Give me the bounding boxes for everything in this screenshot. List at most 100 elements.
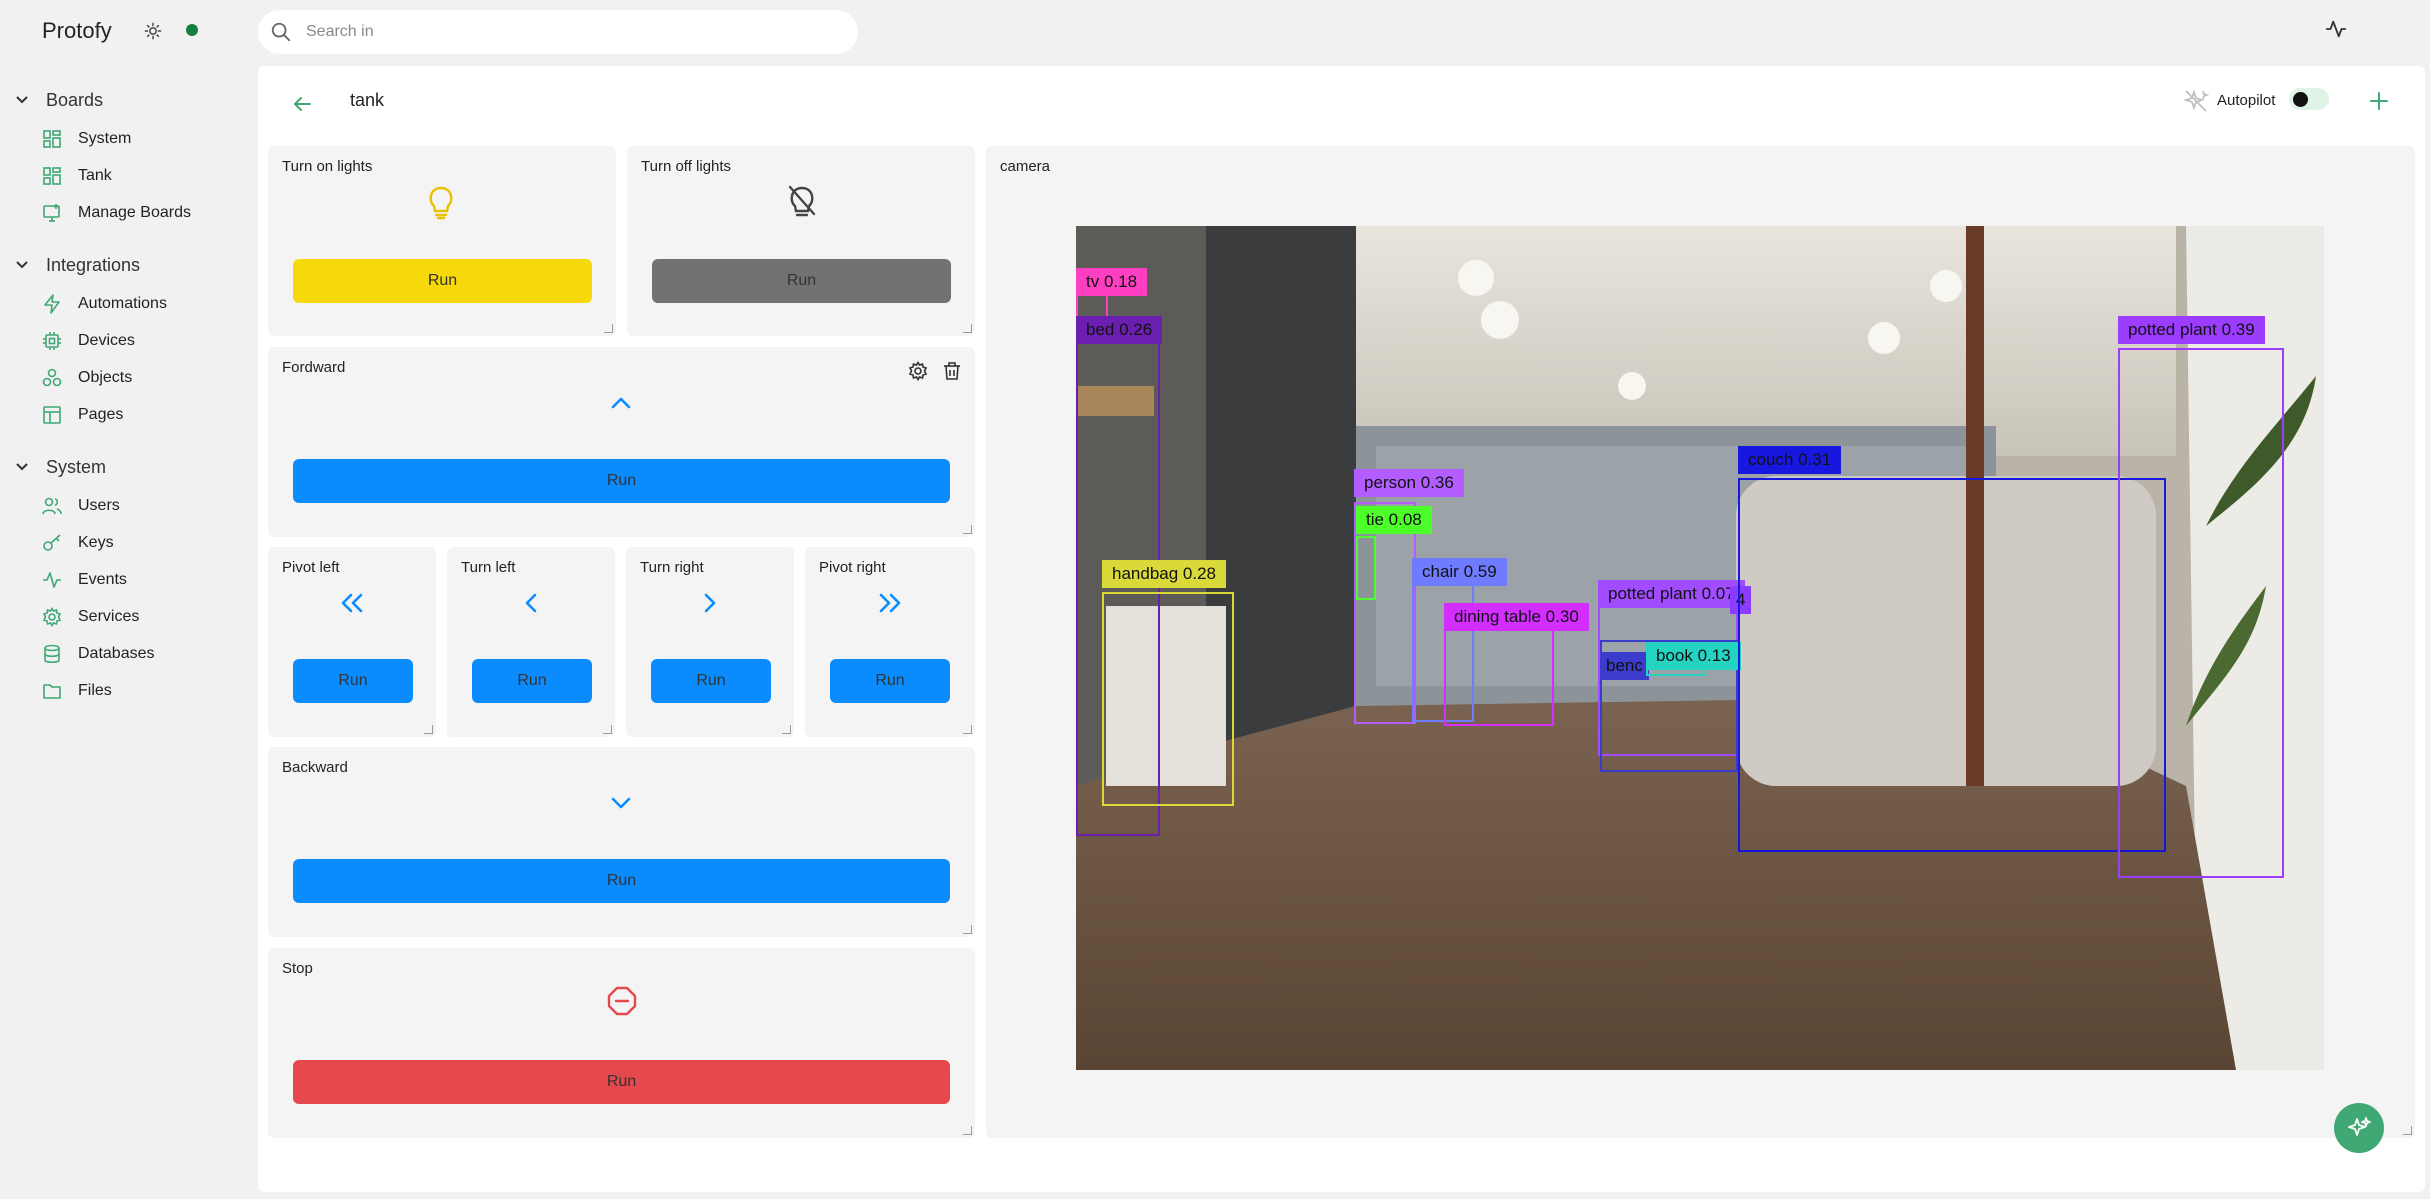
card-title: Turn left bbox=[461, 559, 516, 576]
detection-label-handbag: handbag 0.28 bbox=[1102, 560, 1226, 588]
turn-left-run-button[interactable]: Run bbox=[472, 659, 592, 703]
add-card-icon[interactable] bbox=[2366, 88, 2392, 114]
detection-label-dining-table: dining table 0.30 bbox=[1444, 603, 1589, 631]
card-title: Backward bbox=[282, 759, 348, 776]
card-resize-handle[interactable] bbox=[2403, 1126, 2412, 1135]
detection-box-couch bbox=[1738, 478, 2166, 852]
app-title: Protofy bbox=[42, 18, 112, 43]
sidebar-item-files[interactable]: Files bbox=[0, 672, 258, 709]
sidebar-item-label: Files bbox=[78, 681, 112, 699]
sidebar-item-label: Users bbox=[78, 496, 120, 514]
card-title: Turn on lights bbox=[282, 158, 373, 175]
lightbulb-icon bbox=[429, 186, 453, 220]
card-turn-on-lights: Turn on lights Run bbox=[268, 146, 616, 336]
folder-icon bbox=[43, 683, 61, 699]
sidebar-item-pages[interactable]: Pages bbox=[0, 396, 258, 433]
turn-off-lights-run-button[interactable]: Run bbox=[652, 259, 951, 303]
turn-on-lights-run-button[interactable]: Run bbox=[293, 259, 592, 303]
card-stop: Stop Run bbox=[268, 948, 975, 1138]
ai-assistant-button[interactable] bbox=[2334, 1103, 2384, 1153]
card-resize-handle[interactable] bbox=[603, 725, 612, 734]
chevron-down-icon bbox=[16, 261, 28, 269]
search-input[interactable] bbox=[306, 23, 806, 41]
chevron-up-icon bbox=[611, 397, 631, 409]
sidebar-item-users[interactable]: Users bbox=[0, 487, 258, 524]
grid-icon bbox=[43, 166, 61, 185]
sidebar-item-label: Tank bbox=[78, 166, 112, 184]
detection-box-potted-plant bbox=[2118, 348, 2284, 878]
sparkles-icon bbox=[2348, 1117, 2371, 1136]
search-bar[interactable] bbox=[258, 10, 858, 54]
boxes-icon bbox=[42, 368, 62, 386]
section-integrations[interactable]: Integrations bbox=[0, 245, 258, 285]
card-pivot-right: Pivot right Run bbox=[805, 547, 975, 737]
activity-icon[interactable] bbox=[2325, 18, 2347, 40]
sidebar-item-label: Pages bbox=[78, 405, 124, 423]
card-resize-handle[interactable] bbox=[963, 1126, 972, 1135]
sidebar-item-devices[interactable]: Devices bbox=[0, 322, 258, 359]
sidebar-item-label: System bbox=[78, 129, 132, 147]
layout-icon bbox=[43, 405, 61, 424]
sidebar-item-manage-boards[interactable]: Manage Boards bbox=[0, 194, 258, 231]
sidebar-item-label: Services bbox=[78, 607, 140, 625]
detection-label-person: person 0.36 bbox=[1354, 469, 1464, 497]
stop-octagon-icon bbox=[607, 986, 637, 1016]
autopilot-toggle[interactable] bbox=[2289, 88, 2329, 110]
card-turn-left: Turn left Run bbox=[447, 547, 615, 737]
card-resize-handle[interactable] bbox=[782, 725, 791, 734]
sidebar: Boards System Tank Manage Boards Integra… bbox=[0, 80, 258, 709]
card-title: Turn off lights bbox=[641, 158, 732, 175]
autopilot-label: Autopilot bbox=[2217, 92, 2276, 109]
sparkles-off-icon[interactable] bbox=[2183, 88, 2209, 114]
forward-run-button[interactable]: Run bbox=[293, 459, 950, 503]
sidebar-item-system-board[interactable]: System bbox=[0, 120, 258, 157]
board-panel: tank Autopilot Turn on lights Run Turn o… bbox=[258, 66, 2425, 1192]
card-resize-handle[interactable] bbox=[963, 925, 972, 934]
turn-right-run-button[interactable]: Run bbox=[651, 659, 771, 703]
card-resize-handle[interactable] bbox=[424, 725, 433, 734]
detection-label-chair: chair 0.59 bbox=[1412, 558, 1507, 586]
detection-label-bench: benc bbox=[1600, 652, 1649, 680]
card-title: Pivot right bbox=[819, 559, 886, 576]
sun-icon[interactable] bbox=[144, 22, 162, 40]
delete-card-icon[interactable] bbox=[942, 361, 962, 381]
back-arrow-icon[interactable] bbox=[290, 92, 314, 116]
users-icon bbox=[42, 497, 62, 514]
sidebar-item-events[interactable]: Events bbox=[0, 561, 258, 598]
sidebar-item-label: Databases bbox=[78, 644, 155, 662]
section-boards[interactable]: Boards bbox=[0, 80, 258, 120]
chevron-down-icon bbox=[16, 463, 28, 471]
cpu-icon bbox=[43, 331, 61, 350]
section-system[interactable]: System bbox=[0, 447, 258, 487]
detection-label-tv: tv 0.18 bbox=[1076, 268, 1148, 296]
gear-icon bbox=[42, 606, 62, 627]
chevron-right-icon bbox=[704, 593, 716, 613]
chevrons-right-icon bbox=[879, 593, 901, 613]
card-settings-icon[interactable] bbox=[908, 361, 928, 381]
sidebar-item-label: Automations bbox=[78, 294, 167, 312]
card-resize-handle[interactable] bbox=[963, 525, 972, 534]
card-title: Turn right bbox=[640, 559, 704, 576]
detection-box-handbag bbox=[1102, 592, 1234, 806]
sidebar-item-databases[interactable]: Databases bbox=[0, 635, 258, 672]
sidebar-item-keys[interactable]: Keys bbox=[0, 524, 258, 561]
card-resize-handle[interactable] bbox=[963, 725, 972, 734]
sidebar-item-services[interactable]: Services bbox=[0, 598, 258, 635]
sidebar-item-objects[interactable]: Objects bbox=[0, 359, 258, 396]
sidebar-item-tank[interactable]: Tank bbox=[0, 157, 258, 194]
detection-label-bed: bed 0.26 bbox=[1076, 316, 1163, 344]
card-resize-handle[interactable] bbox=[963, 324, 972, 333]
bolt-icon bbox=[44, 293, 60, 314]
sidebar-item-label: Devices bbox=[78, 331, 135, 349]
connection-status-dot bbox=[186, 24, 198, 36]
card-turn-right: Turn right Run bbox=[626, 547, 794, 737]
stop-run-button[interactable]: Run bbox=[293, 1060, 950, 1104]
backward-run-button[interactable]: Run bbox=[293, 859, 950, 903]
sidebar-item-label: Objects bbox=[78, 368, 133, 386]
pivot-left-run-button[interactable]: Run bbox=[293, 659, 413, 703]
sidebar-item-automations[interactable]: Automations bbox=[0, 285, 258, 322]
card-forward: Fordward Run bbox=[268, 347, 975, 537]
detection-label-potted-plant-small: potted plant 0.07 bbox=[1598, 580, 1745, 608]
pivot-right-run-button[interactable]: Run bbox=[830, 659, 950, 703]
card-resize-handle[interactable] bbox=[604, 324, 613, 333]
